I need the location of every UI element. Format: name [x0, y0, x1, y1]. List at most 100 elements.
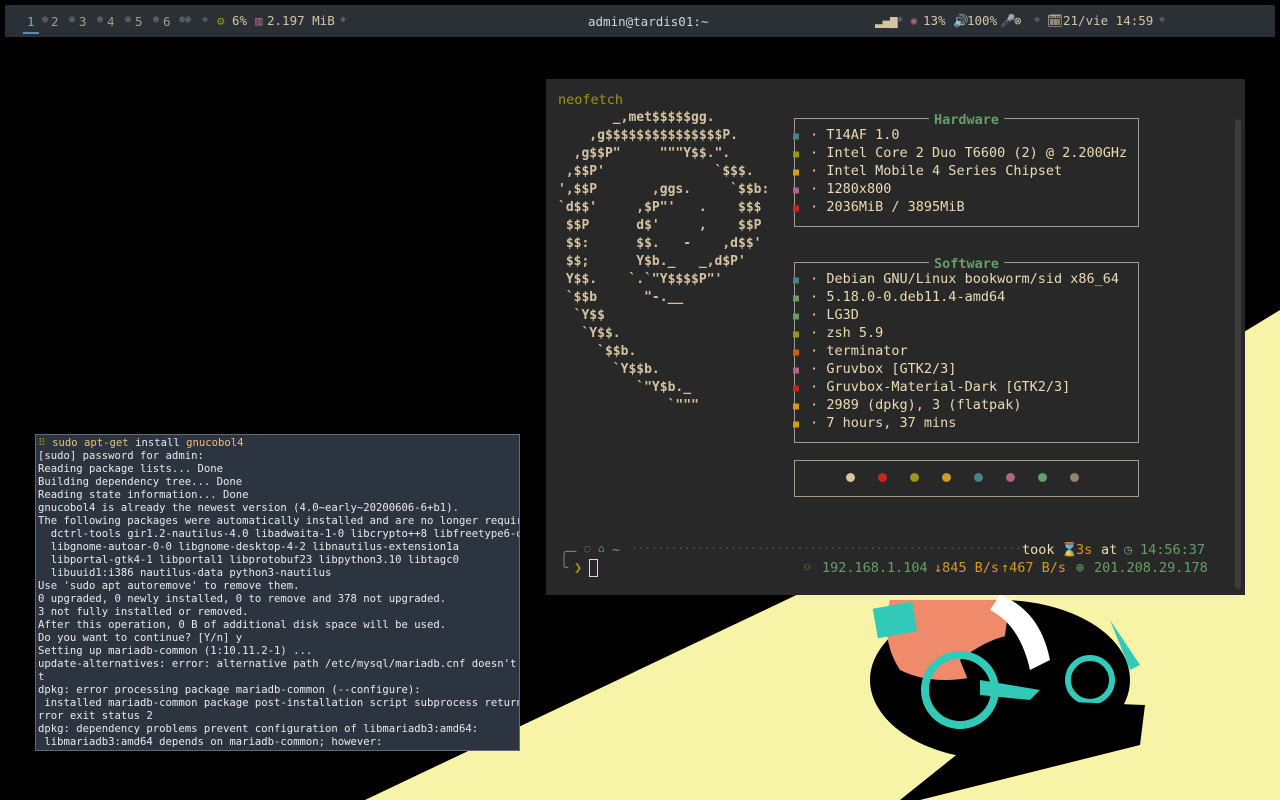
terminal-output-line: Setting up mariadb-common (1:10.11.2-1) …	[38, 645, 313, 657]
workspace-3[interactable]: 3	[79, 14, 87, 29]
terminal-output-line: dpkg: error processing package mariadb-c…	[38, 684, 421, 696]
software-row: ■ · 5.18.0-0.deb11.4-amd64	[790, 289, 1005, 307]
package-icon: ■	[792, 401, 800, 412]
terminal-output-line: Reading state information... Done	[38, 489, 249, 501]
software-title: Software	[928, 256, 1005, 272]
ascii-art-line: `$$b "-.__	[558, 290, 684, 305]
software-row: ■ · 7 hours, 37 mins	[790, 415, 956, 433]
separator-diamond: ◆	[897, 14, 904, 25]
terminal-output-line: libmariadb3:amd64 depends on mariadb-com…	[38, 736, 383, 748]
uptime-icon: ■	[792, 419, 800, 430]
ascii-art-line: $$; Y$b._ _,d$P'	[558, 254, 746, 269]
workspace-1[interactable]: 1	[23, 14, 39, 34]
top-status-bar: 1 ● 2 ● 3 ● 4 ● 5 ● 6 ●● ◆ ⚙ 6% ▥ 2.197 …	[5, 5, 1275, 37]
record-icon[interactable]: ⊗	[1014, 13, 1022, 28]
palette-color-dot	[910, 473, 919, 482]
memory-usage: 2.197 MiB	[267, 13, 335, 28]
separator-dot: ●	[125, 14, 132, 25]
terminal-output-line: dctrl-tools gir1.2-nautilus-4.0 libadwai…	[38, 528, 520, 540]
software-row: ■ · LG3D	[790, 307, 859, 325]
volume-level[interactable]: 100%	[967, 13, 997, 28]
debian-ascii-logo: _,met$$$$$gg. ,g$$$$$$$$$$$$$$$P. ,g$$P"…	[558, 109, 769, 415]
software-value: · 5.18.0-0.deb11.4-amd64	[810, 289, 1006, 305]
ascii-art-line: $$: $$. - ,d$$'	[558, 236, 762, 251]
hardware-value: · Intel Mobile 4 Series Chipset	[810, 163, 1063, 179]
hardware-value: · 1280x800	[810, 181, 892, 197]
text-cursor[interactable]	[589, 559, 598, 577]
shell-icon: ■	[792, 329, 800, 340]
apt-command-prefix: sudo apt-get	[52, 437, 136, 449]
wifi-signal-icon[interactable]: ▂▄▆	[875, 13, 898, 28]
hardware-value: · Intel Core 2 Duo T6600 (2) @ 2.200GHz	[810, 145, 1128, 161]
apt-terminal-window[interactable]: ⠿ sudo apt-get install gnucobol4 [sudo] …	[35, 434, 520, 751]
monitor-icon: ■	[792, 185, 800, 196]
date-time[interactable]: 21/vie 14:59	[1063, 13, 1153, 28]
software-value: · Gruvbox-Material-Dark [GTK2/3]	[810, 379, 1071, 395]
terminal-output-line: 3 not fully installed or removed.	[38, 606, 249, 618]
workspace-4[interactable]: 4	[107, 14, 115, 29]
separator-dot: ●	[97, 14, 104, 25]
ascii-art-line: Y$$. `.`"Y$$$$P"'	[558, 272, 723, 287]
palette-color-dot	[878, 473, 887, 482]
took-value: 3s	[1076, 542, 1093, 558]
local-ip: 192.168.1.104	[822, 560, 928, 576]
prompt-time: 14:56:37	[1140, 542, 1206, 558]
cpu-icon: ⚙	[217, 13, 225, 28]
palette-color-dot	[974, 473, 983, 482]
neofetch-terminal-window[interactable]: neofetch _,met$$$$$gg. ,g$$$$$$$$$$$$$$$…	[546, 79, 1245, 595]
software-row: ■ · terminator	[790, 343, 908, 361]
software-row: ■ · Gruvbox-Material-Dark [GTK2/3]	[790, 379, 1070, 397]
terminal-scrollbar[interactable]	[1235, 119, 1241, 589]
cpu-usage: 6%	[232, 13, 248, 28]
terminal-output-line: Do you want to continue? [Y/n] y	[38, 632, 243, 644]
ascii-art-line: `"Y$b._	[558, 380, 692, 395]
palette-color-dot	[942, 473, 951, 482]
window-icon: ■	[792, 311, 800, 322]
apt-command-arg: gnucobol4	[179, 437, 244, 449]
ascii-art-line: `Y$$	[558, 308, 605, 323]
debian-icon: ■	[792, 275, 800, 286]
workspace-5[interactable]: 5	[135, 14, 143, 29]
terminal-icon: ■	[792, 347, 800, 358]
software-value: · Gruvbox [GTK2/3]	[810, 361, 957, 377]
ascii-art-line: ,g$$$$$$$$$$$$$$$P.	[558, 128, 739, 143]
cpu-icon: ■	[792, 149, 800, 160]
ascii-art-line: `$$b.	[558, 344, 637, 359]
ascii-art-line: ,g$$P" """Y$$.".	[558, 146, 731, 161]
prompt-path: ~	[612, 542, 621, 558]
prompt-caret: ❯	[574, 560, 583, 576]
debian-icon: ◌	[584, 542, 591, 555]
terminal-output-line: rror exit status 2	[38, 710, 153, 722]
workspace-6[interactable]: 6	[163, 14, 171, 29]
prompt-frame-top: ╭─	[560, 544, 577, 560]
terminal-output-line: 0 upgraded, 0 newly installed, 0 to remo…	[38, 593, 447, 605]
window-title: admin@tardis01:~	[588, 14, 709, 29]
network-icon: ⚇	[804, 560, 811, 573]
software-value: · Debian GNU/Linux bookworm/sid x86_64	[810, 271, 1119, 287]
workspace-2[interactable]: 2	[51, 14, 59, 29]
hardware-value: · 2036MiB / 3895MiB	[810, 199, 965, 215]
ascii-art-line: ,$$P' `$$$.	[558, 164, 754, 179]
ascii-art-line: $$P d$' , $$P	[558, 218, 762, 233]
terminal-output-line: libgnome-autoar-0-0 libgnome-desktop-4-2…	[38, 541, 459, 553]
terminal-output-line: update-alternatives: error: alternative …	[38, 658, 520, 670]
ascii-art-line: `Y$$b.	[558, 362, 660, 377]
palette-color-dot	[1038, 473, 1047, 482]
laptop-icon: ■	[792, 131, 800, 142]
palette-color-dot	[1006, 473, 1015, 482]
palette-color-dot	[1070, 473, 1079, 482]
brightness-level[interactable]: 13%	[923, 13, 946, 28]
gpu-icon: ■	[792, 167, 800, 178]
software-row: ■ · zsh 5.9	[790, 325, 883, 343]
hardware-row: ■ · 2036MiB / 3895MiB	[790, 199, 965, 217]
software-value: · 2989 (dpkg), 3 (flatpak)	[810, 397, 1022, 413]
upload-rate: ↑467 B/s	[1001, 560, 1067, 576]
neofetch-command: neofetch	[558, 92, 624, 108]
separator-diamond: ◆	[202, 14, 209, 25]
software-row: ■ · 2989 (dpkg), 3 (flatpak)	[790, 397, 1021, 415]
download-rate: ↓845 B/s	[934, 560, 1000, 576]
prompt-dots: ········································…	[631, 542, 1035, 555]
home-icon: ⌂	[598, 542, 605, 555]
terminal-output-line: gnucobol4 is already the newest version …	[38, 502, 459, 514]
took-label: took	[1022, 542, 1055, 558]
